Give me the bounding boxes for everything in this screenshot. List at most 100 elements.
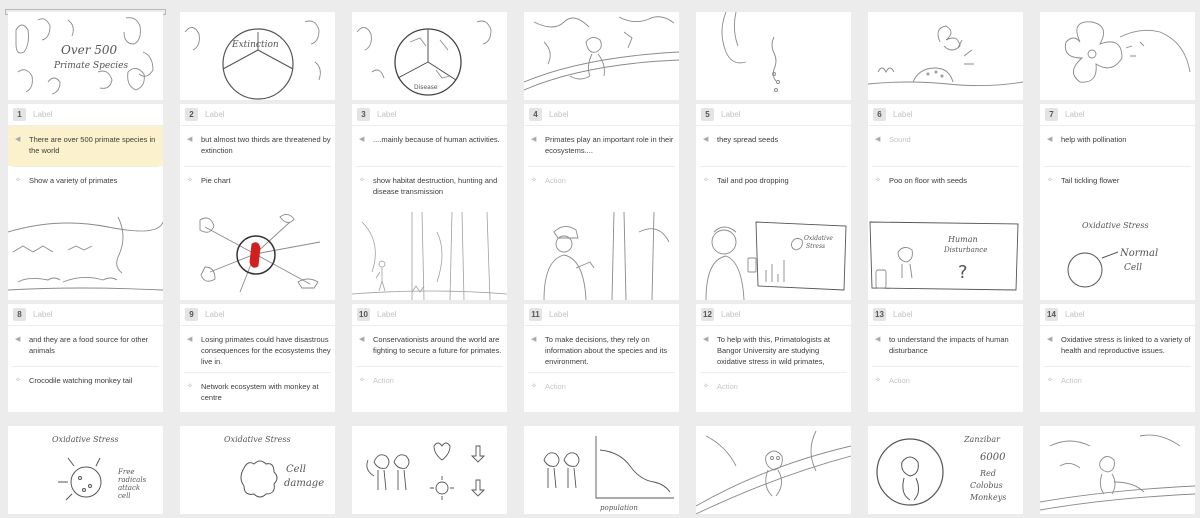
thumb-label-text: Normal	[1119, 248, 1158, 259]
action-field[interactable]: ✧ Pie chart	[180, 167, 335, 191]
action-text: Poo on floor with seeds	[889, 176, 967, 185]
frame-label-field[interactable]: Label	[33, 310, 53, 319]
action-field[interactable]: ✧ Action	[696, 373, 851, 397]
frame-label-field[interactable]: Label	[893, 310, 913, 319]
action-text: Show a variety of primates	[29, 176, 118, 185]
frame-label-field[interactable]: Label	[377, 310, 397, 319]
speaker-icon: ◀	[1047, 336, 1053, 343]
frame-sketch[interactable]	[352, 212, 507, 300]
action-field[interactable]: ✧ Action	[524, 373, 679, 397]
thumb-label-text: Free	[117, 468, 135, 476]
frame-details: 11 Label ◀ To make decisions, they rely on…	[524, 304, 679, 412]
sound-field[interactable]: ◀ they spread seeds	[696, 126, 851, 166]
frame-sketch[interactable]: Oxidative Stress Free radicals attack ce…	[8, 426, 163, 514]
frame-label-field[interactable]: Label	[1065, 110, 1085, 119]
action-placeholder: Action	[373, 376, 394, 385]
sound-text: ....mainly because of human activities.	[373, 135, 500, 144]
sound-field[interactable]: ◀ but almost two thirds are threatened by…	[180, 126, 335, 166]
frame-details: 6 Label ◀ Sound ✧ Poo on floor with seeds	[868, 104, 1023, 212]
sound-text: Losing primates could have disastrous co…	[201, 335, 331, 366]
running-figure-icon: ✧	[703, 383, 709, 390]
thumb-title-text: Oxidative Stress	[1082, 221, 1149, 230]
frame-label-field[interactable]: Label	[721, 310, 741, 319]
action-field[interactable]: ✧ Action	[1040, 367, 1195, 391]
frame-sketch[interactable]: Over 500 Primate Species	[8, 12, 163, 100]
action-field[interactable]: ✧ Action	[524, 167, 679, 191]
thumb-label-text: 6000	[980, 452, 1006, 463]
frame-details: 10 Label ◀ Conservationists around the wor…	[352, 304, 507, 412]
sound-field[interactable]: ◀ Conservationists around the world are f…	[352, 326, 507, 366]
frame-sketch[interactable]: Oxidative Stress Cell damage	[180, 426, 335, 514]
sound-text: Conservationists around the world are fi…	[373, 335, 502, 355]
action-placeholder: Action	[717, 382, 738, 391]
frame-number-badge: 6	[873, 108, 886, 121]
speaker-icon: ◀	[359, 136, 365, 143]
frame-sketch[interactable]	[352, 426, 507, 514]
frame-label-field[interactable]: Label	[721, 110, 741, 119]
frame-sketch[interactable]: Oxidative Stress Normal Cell	[1040, 212, 1195, 300]
sound-field[interactable]: ◀ There are over 500 primate species in t…	[8, 126, 163, 166]
action-field[interactable]: ✧ Crocodile watching monkey tail	[8, 367, 163, 391]
sound-field[interactable]: ◀ To make decisions, they rely on informa…	[524, 326, 679, 372]
frame-sketch[interactable]: Oxidative Stress	[696, 212, 851, 300]
frame-details: 9 Label ◀ Losing primates could have disas…	[180, 304, 335, 412]
frame-sketch[interactable]: population	[524, 426, 679, 514]
sound-field[interactable]: ◀ To help with this, Primatologists at Ba…	[696, 326, 851, 372]
frame-sketch[interactable]: Zanzibar 6000 Red Colobus Monkeys	[868, 426, 1023, 514]
action-field[interactable]: ✧ Action	[352, 367, 507, 391]
sound-field[interactable]: ◀ to understand the impacts of human dist…	[868, 326, 1023, 366]
frame-details: 12 Label ◀ To help with this, Primatologis…	[696, 304, 851, 412]
action-field[interactable]: ✧ Tail and poo dropping	[696, 167, 851, 191]
action-field[interactable]: ✧ Show a variety of primates	[8, 167, 163, 191]
frame-sketch[interactable]: Disease	[352, 12, 507, 100]
frame-sketch[interactable]	[868, 12, 1023, 100]
frame-sketch[interactable]	[1040, 426, 1195, 514]
frame-label-field[interactable]: Label	[549, 110, 569, 119]
sound-field[interactable]: ◀ Primates play an important role in thei…	[524, 126, 679, 166]
frame-number-badge: 8	[13, 308, 26, 321]
sound-field[interactable]: ◀ Losing primates could have disastrous c…	[180, 326, 335, 372]
frame-sketch[interactable]: Human Disturbance ?	[868, 212, 1023, 300]
frame-sketch[interactable]	[8, 212, 163, 300]
sound-text: To make decisions, they rely on informat…	[545, 335, 668, 366]
frame-sketch[interactable]	[524, 212, 679, 300]
frame-sketch[interactable]	[524, 12, 679, 100]
running-figure-icon: ✧	[15, 177, 21, 184]
sound-field[interactable]: ◀ help with pollination	[1040, 126, 1195, 166]
action-text: Pie chart	[201, 176, 231, 185]
sound-field[interactable]: ◀ and they are a food source for other an…	[8, 326, 163, 366]
thumb-label-text: Colobus	[970, 481, 1003, 490]
frame-label-field[interactable]: Label	[1065, 310, 1085, 319]
action-field[interactable]: ✧ show habitat destruction, hunting and d…	[352, 167, 507, 202]
thumb-subtitle-text: Disturbance	[943, 246, 987, 254]
speaker-icon: ◀	[187, 336, 193, 343]
frame-sketch[interactable]: Extinction	[180, 12, 335, 100]
thumb-title-text: Human	[947, 235, 978, 244]
action-field[interactable]: ✧ Poo on floor with seeds	[868, 167, 1023, 191]
frame-sketch[interactable]	[180, 212, 335, 300]
action-text: Network ecosystem with monkey at centre	[201, 382, 319, 402]
speaker-icon: ◀	[875, 336, 881, 343]
sound-field[interactable]: ◀ ....mainly because of human activities.	[352, 126, 507, 166]
action-field[interactable]: ✧ Action	[868, 367, 1023, 391]
frame-number-badge: 11	[529, 308, 542, 321]
frame-sketch[interactable]	[696, 426, 851, 514]
action-field[interactable]: ✧ Tail tickling flower	[1040, 167, 1195, 191]
sound-text: Oxidative stress is linked to a variety …	[1061, 335, 1191, 355]
thumb-label-text: Cell	[1124, 263, 1142, 273]
sound-field[interactable]: ◀ Sound	[868, 126, 1023, 166]
frame-label-field[interactable]: Label	[377, 110, 397, 119]
frame-label-field[interactable]: Label	[893, 110, 913, 119]
frame-label-field[interactable]: Label	[549, 310, 569, 319]
frame-label-field[interactable]: Label	[33, 110, 53, 119]
thumb-label-text: Monkeys	[969, 493, 1006, 502]
frame-sketch[interactable]	[1040, 12, 1195, 100]
sound-text: but almost two thirds are threatened by …	[201, 135, 331, 155]
action-field[interactable]: ✧ Network ecosystem with monkey at centre	[180, 373, 335, 408]
frame-sketch[interactable]	[696, 12, 851, 100]
thumb-label-text: attack	[118, 484, 140, 492]
frame-label-field[interactable]: Label	[205, 310, 225, 319]
thumb-subtitle-text: Stress	[806, 243, 825, 250]
frame-label-field[interactable]: Label	[205, 110, 225, 119]
sound-field[interactable]: ◀ Oxidative stress is linked to a variety…	[1040, 326, 1195, 366]
